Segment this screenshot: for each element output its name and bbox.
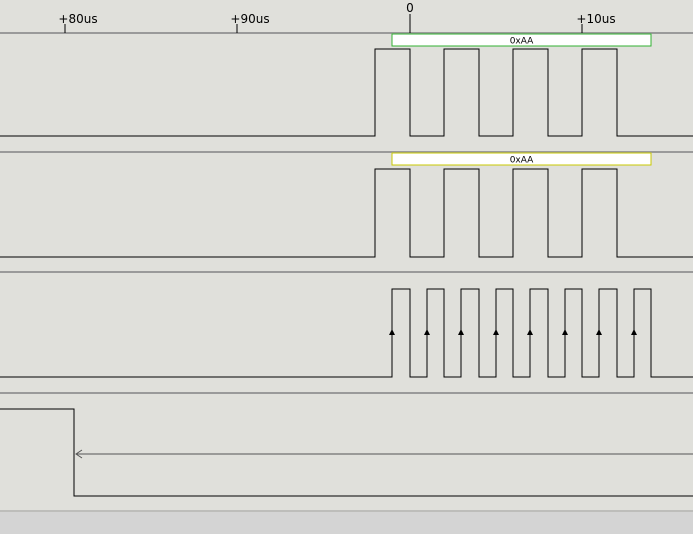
rising-edge-arrow-icon [596,329,602,335]
channel-2-trace[interactable] [0,288,693,378]
rising-edge-arrow-icon [631,329,637,335]
channel-1-trace[interactable]: 0xAA [0,152,693,258]
time-ruler[interactable]: +80us +90us 0 +10us [0,1,693,34]
channel-3-trace[interactable] [0,408,693,497]
waveform-line [0,48,693,137]
protocol-annotation-label: 0xAA [510,37,534,47]
rising-edge-arrow-icon [458,329,464,335]
rising-edge-arrow-icon [527,329,533,335]
rising-edge-arrow-icon [424,329,430,335]
waveform-line [0,408,693,497]
clock-waveform-line [0,288,693,378]
rising-edge-arrow-icon [389,329,395,335]
channel-0-trace[interactable]: 0xAA [0,33,693,137]
waveform-line [0,168,693,258]
ruler-tick-label: +10us [576,12,615,26]
status-bar [0,512,693,534]
rising-edge-arrow-icon [562,329,568,335]
ruler-tick-label: +80us [58,12,97,26]
protocol-annotation-label: 0xAA [510,156,534,166]
ruler-tick-label: 0 [406,1,414,15]
ruler-tick-label: +90us [230,12,269,26]
waveform-viewer[interactable]: +80us +90us 0 +10us 0xAA 0xAA [0,0,693,534]
rising-edge-arrow-icon [493,329,499,335]
